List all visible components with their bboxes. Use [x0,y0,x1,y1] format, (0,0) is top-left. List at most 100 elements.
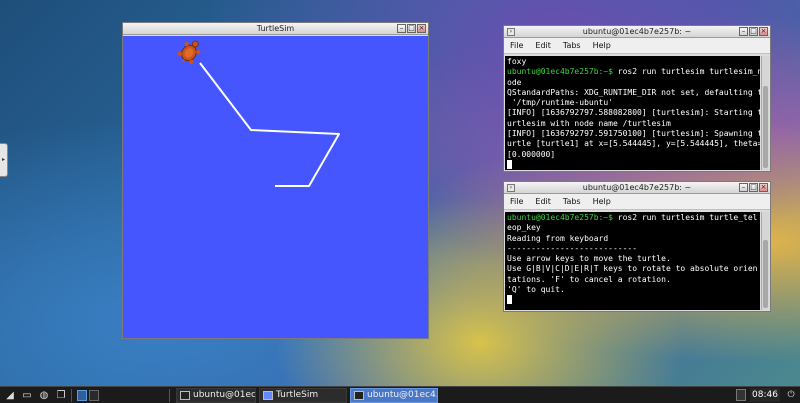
terminal-line: ubuntu@01ec4b7e257b:~$ ros2 run turtlesi… [507,67,760,77]
terminal-line: '/tmp/runtime-ubuntu' [507,98,758,108]
terminal-2-output[interactable]: ubuntu@01ec4b7e257b:~$ ros2 run turtlesi… [505,212,760,310]
turtlesim-titlebar[interactable]: TurtleSim – □ × [123,23,428,35]
line-text: ros2 run turtlesim turtlesim_n [612,67,760,77]
shell-prompt: ubuntu@01ec4b7e257b:~$ [507,213,613,222]
desktop-side-panel-handle[interactable]: ▸ [0,143,8,177]
terminal-1-title: ubuntu@01ec4b7e257b: ~ [582,27,692,36]
line-text: '/tmp/runtime-ubuntu' [507,98,613,108]
close-button[interactable]: × [759,183,768,192]
workspace-pager[interactable] [77,389,99,401]
terminal-line: urtlesim with node name /turtlesim [507,119,758,129]
task-terminal-1[interactable]: ubuntu@01ec4... [176,387,256,403]
line-text: Use G|B|V|C|D|E|R|T keys to rotate to ab… [507,264,758,274]
task-label: TurtleSim [276,390,319,400]
terminal-icon [354,390,364,400]
terminal-line: ubuntu@01ec4b7e257b:~$ ros2 run turtlesi… [507,213,758,223]
line-text: urtlesim with node name /turtlesim [507,118,671,128]
cursor-line [507,295,758,305]
terminal-window-1[interactable]: › ubuntu@01ec4b7e257b: ~ – □ × File Edit… [503,25,771,172]
line-text: 'Q' to quit. [507,285,565,295]
menu-file[interactable]: File [510,197,523,206]
tray-icon[interactable] [736,389,746,401]
cursor-line [507,159,758,170]
scroll-thumb[interactable] [763,86,768,168]
line-text: [0.000000] [507,149,556,159]
line-text: urtle [turtle1] at x=[5.544445], y=[5.54… [507,139,760,149]
terminal-icon [180,390,190,400]
power-icon[interactable]: ⏻ [784,389,798,401]
task-label: ubuntu@01ec4... [367,390,438,400]
terminal-2-titlebar[interactable]: › ubuntu@01ec4b7e257b: ~ – □ × [504,182,770,194]
line-text: tations. 'F' to cancel a rotation. [507,274,671,284]
workspace-2[interactable] [89,389,99,401]
turtlesim-title: TurtleSim [256,24,295,33]
windows-icon[interactable]: ❐ [54,389,68,402]
menu-help[interactable]: Help [593,41,611,50]
line-text: --------------------------- [507,243,638,253]
close-button[interactable]: × [759,27,768,36]
menu-help[interactable]: Help [593,197,611,206]
task-label: ubuntu@01ec4... [193,390,256,400]
turtlesim-canvas [123,36,428,338]
line-text: Reading from keyboard [507,233,609,243]
maximize-button[interactable]: □ [749,183,758,192]
terminal-line: [INFO] [1636792797.588082800] [turtlesim… [507,108,760,118]
task-turtlesim[interactable]: TurtleSim [259,387,347,403]
terminal-line: Reading from keyboard [507,234,758,244]
terminal-icon: › [507,28,515,36]
minimize-button[interactable]: – [739,27,748,36]
terminal-1-output[interactable]: foxy ubuntu@01ec4b7e257b:~$ ros2 run turt… [505,56,760,170]
menu-edit[interactable]: Edit [535,197,551,206]
chevron-right-icon: ▸ [1,156,5,163]
minimize-button[interactable]: – [397,24,406,33]
workspace-1[interactable] [77,389,87,401]
terminal-line: [INFO] [1636792797.591750100] [turtlesim… [507,129,760,139]
turtlesim-icon [263,390,273,400]
folder-icon[interactable]: ▭ [20,389,34,402]
terminal-1-scrollbar[interactable] [761,56,769,170]
menu-file[interactable]: File [510,41,523,50]
shell-prompt: ubuntu@01ec4b7e257b:~$ [507,67,613,77]
menu-tabs[interactable]: Tabs [563,41,581,50]
line-text: [INFO] [1636792797.591750100] [turtlesim… [507,129,760,139]
terminal-2-scrollbar[interactable] [761,212,769,310]
start-menu-icon[interactable]: ◢ [3,389,17,402]
menu-tabs[interactable]: Tabs [563,197,581,206]
text-cursor [507,295,512,305]
line-text: ros2 run turtlesim turtle_tel [612,213,758,222]
terminal-line: Use G|B|V|C|D|E|R|T keys to rotate to ab… [507,264,758,274]
taskbar: ◢ ▭ ◍ ❐ ubuntu@01ec4... TurtleSim ubuntu… [0,386,800,403]
maximize-button[interactable]: □ [749,27,758,36]
line-text: Use arrow keys to move the turtle. [507,254,671,264]
turtle-path [199,62,340,187]
terminal-2-title: ubuntu@01ec4b7e257b: ~ [582,183,692,192]
terminal-1-menubar: File Edit Tabs Help [504,38,770,54]
line-text: QStandardPaths: XDG_RUNTIME_DIR not set,… [507,87,760,97]
terminal-line: [0.000000] [507,150,758,160]
line-text: foxy [507,57,527,66]
terminal-line: tations. 'F' to cancel a rotation. [507,275,758,285]
task-terminal-2[interactable]: ubuntu@01ec4... [350,387,438,403]
text-cursor [507,159,512,169]
browser-icon[interactable]: ◍ [37,389,51,402]
clock[interactable]: 08:46 [750,388,780,402]
taskbar-separator [169,388,170,402]
terminal-line: ode [507,78,758,88]
maximize-button[interactable]: □ [407,24,416,33]
terminal-line: eop_key [507,223,758,233]
minimize-button[interactable]: – [739,183,748,192]
turtle-path-drawing [177,40,340,187]
close-button[interactable]: × [417,24,426,33]
terminal-window-2[interactable]: › ubuntu@01ec4b7e257b: ~ – □ × File Edit… [503,181,771,312]
terminal-1-titlebar[interactable]: › ubuntu@01ec4b7e257b: ~ – □ × [504,26,770,38]
terminal-icon: › [507,184,515,192]
menu-edit[interactable]: Edit [535,41,551,50]
terminal-line: foxy [507,57,758,67]
taskbar-separator [71,388,72,402]
line-text: [INFO] [1636792797.588082800] [turtlesim… [507,108,760,118]
terminal-line: urtle [turtle1] at x=[5.544445], y=[5.54… [507,139,760,149]
terminal-line: QStandardPaths: XDG_RUNTIME_DIR not set,… [507,87,760,98]
scroll-thumb[interactable] [763,240,768,308]
turtlesim-window[interactable]: TurtleSim – □ × [122,22,429,339]
line-text: eop_key [507,223,541,233]
